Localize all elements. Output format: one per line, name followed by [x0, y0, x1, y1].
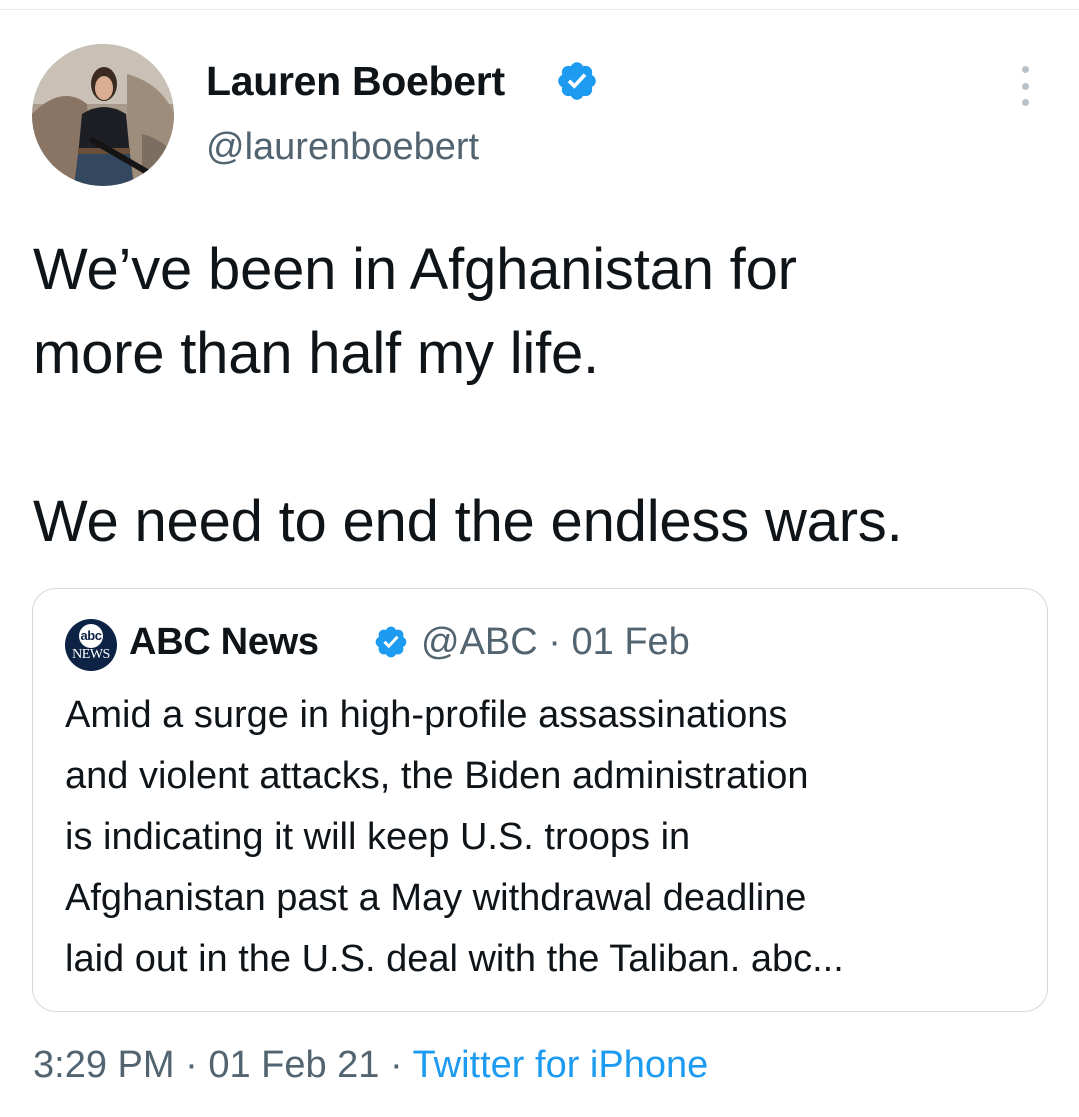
quoted-author-avatar[interactable]: abc NEWS [65, 619, 117, 671]
verified-badge-icon [558, 62, 596, 100]
more-dot-icon [1021, 66, 1029, 73]
tweet-source-link[interactable]: Twitter for iPhone [413, 1044, 709, 1086]
abc-logo-subtitle: NEWS [72, 647, 110, 662]
quoted-text-line: Amid a surge in high-profile assassinati… [65, 694, 788, 736]
quoted-text-line: is indicating it will keep U.S. troops i… [65, 816, 691, 858]
more-dot-icon [1021, 82, 1029, 90]
quoted-text-line: and violent attacks, the Biden administr… [65, 755, 809, 797]
abc-logo: abc [79, 624, 103, 648]
quoted-tweet-date[interactable]: 01 Feb [572, 621, 690, 663]
quoted-author-display-name[interactable]: ABC News [129, 621, 319, 664]
quoted-tweet-card[interactable]: abc NEWS ABC News @ABC · 01 Feb Amid a s… [32, 588, 1048, 1012]
tweet-text: We’ve been in Afghanistan for more than … [33, 228, 1053, 564]
top-divider [0, 9, 1079, 10]
tweet-text-line: We need to end the endless wars. [33, 489, 903, 554]
tweet-date[interactable]: 01 Feb 21 [208, 1044, 379, 1086]
tweet-time[interactable]: 3:29 PM [33, 1044, 175, 1086]
verified-badge-icon [375, 626, 407, 658]
quoted-author-handle[interactable]: @ABC [421, 621, 538, 663]
quoted-text-line: Afghanistan past a May withdrawal deadli… [65, 877, 807, 919]
avatar-image [32, 44, 174, 186]
more-options-icon[interactable] [1010, 66, 1040, 106]
footer-separator: · [390, 1044, 403, 1086]
footer-separator: · [185, 1044, 198, 1086]
more-dot-icon [1021, 99, 1029, 106]
tweet-text-line: We’ve been in Afghanistan for [33, 237, 797, 302]
tweet-text-line: more than half my life. [33, 321, 599, 386]
author-handle[interactable]: @laurenboebert [206, 126, 479, 169]
author-avatar[interactable] [32, 44, 174, 186]
author-display-name[interactable]: Lauren Boebert [206, 58, 505, 105]
meta-separator: · [548, 621, 561, 663]
quoted-tweet-text: Amid a surge in high-profile assassinati… [65, 685, 1025, 990]
quoted-tweet-meta: @ABC · 01 Feb [421, 621, 690, 664]
tweet-footer: 3:29 PM · 01 Feb 21 · Twitter for iPhone [33, 1044, 708, 1087]
quoted-text-line: laid out in the U.S. deal with the Talib… [65, 938, 844, 980]
